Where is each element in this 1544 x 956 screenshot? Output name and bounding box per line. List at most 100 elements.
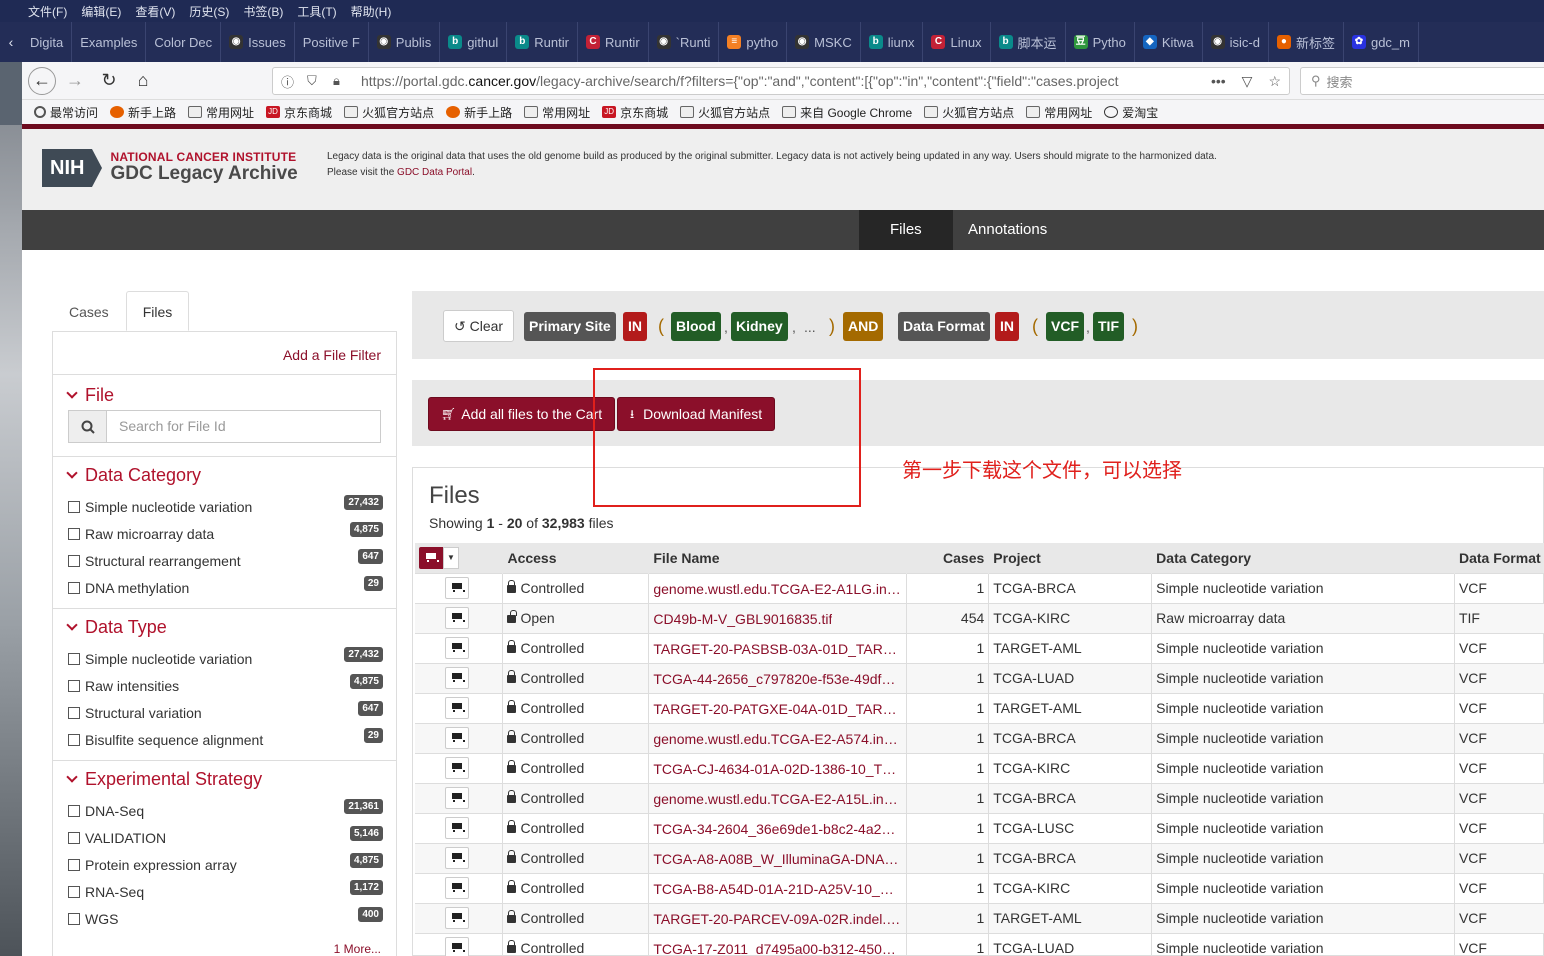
browser-tab[interactable]: Digita	[22, 22, 73, 62]
shield-icon[interactable]: ⛉	[307, 73, 325, 89]
browser-tab[interactable]: Examples	[72, 22, 147, 62]
browser-tab[interactable]: ● 新标签	[1269, 22, 1344, 62]
checkbox[interactable]	[68, 680, 80, 692]
add-to-cart-button[interactable]	[445, 787, 469, 809]
add-to-cart-button[interactable]	[445, 697, 469, 719]
browser-tab[interactable]: ◉ MSKC	[787, 22, 861, 62]
facet-option[interactable]: DNA-Seq 21,361	[68, 799, 383, 821]
file-name-link[interactable]: genome.wustl.edu.TCGA-E2-A574.in…	[653, 731, 897, 747]
cases-cell[interactable]: 1	[906, 692, 990, 723]
bookmark-item[interactable]: 火狐官方站点	[924, 104, 1014, 121]
cases-cell[interactable]: 1	[906, 662, 990, 693]
facet-header[interactable]: Data Category	[66, 465, 201, 486]
menu-item[interactable]: 编辑(E)	[81, 3, 121, 20]
pocket-icon[interactable]: ▽	[1242, 73, 1253, 90]
browser-tab[interactable]: ◉ `Runti	[649, 22, 720, 62]
site-logo[interactable]: NIH NATIONAL CANCER INSTITUTE GDC Legacy…	[42, 149, 298, 187]
checkbox[interactable]	[68, 707, 80, 719]
browser-tab[interactable]: b Runtir	[507, 22, 578, 62]
cases-cell[interactable]: 1	[906, 902, 990, 933]
facet-more-link[interactable]: 1 More...	[334, 942, 381, 956]
chevron-down-icon[interactable]: ▼	[443, 546, 459, 569]
add-to-cart-button[interactable]	[445, 877, 469, 899]
cases-cell[interactable]: 1	[906, 812, 990, 843]
cases-cell[interactable]: 1	[906, 842, 990, 873]
query-operator-in[interactable]: IN	[623, 312, 647, 341]
bookmark-item[interactable]: 火狐官方站点	[344, 104, 434, 121]
query-operator-in[interactable]: IN	[995, 312, 1019, 341]
nav-annotations[interactable]: Annotations	[937, 210, 1078, 250]
file-name-link[interactable]: TCGA-B8-A54D-01A-21D-A25V-10_…	[653, 881, 893, 897]
browser-tab[interactable]: ≡ pytho	[719, 22, 788, 62]
query-value-vcf[interactable]: VCF	[1046, 312, 1084, 341]
browser-tab[interactable]: Positive F	[295, 22, 369, 62]
query-value-kidney[interactable]: Kidney	[731, 312, 788, 341]
file-name-link[interactable]: genome.wustl.edu.TCGA-E2-A15L.in…	[653, 791, 897, 807]
bookmark-item[interactable]: 常用网址	[188, 104, 254, 121]
bookmark-item[interactable]: JD 京东商城	[602, 104, 668, 121]
facet-option[interactable]: Raw intensities 4,875	[68, 674, 383, 696]
add-file-filter-link[interactable]: Add a File Filter	[283, 347, 381, 363]
browser-tab[interactable]: ✿ gdc_m	[1344, 22, 1419, 62]
info-icon[interactable]: ⓘ	[281, 72, 299, 91]
menu-item[interactable]: 查看(V)	[135, 3, 175, 20]
facet-option[interactable]: Structural rearrangement 647	[68, 549, 383, 571]
cases-cell[interactable]: 1	[906, 752, 990, 783]
add-to-cart-button[interactable]	[445, 907, 469, 929]
checkbox[interactable]	[68, 805, 80, 817]
bookmark-item[interactable]: JD 京东商城	[266, 104, 332, 121]
file-id-search[interactable]: Search for File Id	[68, 410, 381, 443]
menu-item[interactable]: 帮助(H)	[351, 3, 392, 20]
file-name-link[interactable]: TARGET-20-PATGXE-04A-01D_TAR…	[653, 701, 896, 717]
checkbox[interactable]	[68, 501, 80, 513]
checkbox[interactable]	[68, 832, 80, 844]
checkbox[interactable]	[68, 555, 80, 567]
add-to-cart-button[interactable]	[445, 847, 469, 869]
facet-option[interactable]: Raw microarray data 4,875	[68, 522, 383, 544]
bookmark-item[interactable]: 火狐官方站点	[680, 104, 770, 121]
cases-cell[interactable]: 1	[906, 932, 990, 956]
forward-button[interactable]: →	[60, 66, 90, 96]
column-file-name[interactable]: File Name	[648, 543, 908, 573]
file-name-link[interactable]: TARGET-20-PASBSB-03A-01D_TAR…	[653, 641, 897, 657]
bookmark-item[interactable]: 常用网址	[524, 104, 590, 121]
cases-cell[interactable]: 454	[906, 602, 990, 633]
file-name-link[interactable]: TCGA-17-Z011_d7495a00-b312-450…	[653, 941, 896, 956]
browser-tab[interactable]: C Runtir	[578, 22, 649, 62]
bookmark-item[interactable]: 来自 Google Chrome	[782, 104, 912, 121]
cases-cell[interactable]: 1	[906, 632, 990, 663]
facet-option[interactable]: WGS 400	[68, 907, 383, 929]
checkbox[interactable]	[68, 886, 80, 898]
add-to-cart-button[interactable]	[445, 607, 469, 629]
facet-option[interactable]: Protein expression array 4,875	[68, 853, 383, 875]
facet-header[interactable]: Data Type	[66, 617, 167, 638]
cart-icon[interactable]	[419, 546, 443, 569]
browser-tab[interactable]: ◆ Kitwa	[1135, 22, 1203, 62]
bookmark-item[interactable]: 常用网址	[1026, 104, 1092, 121]
menu-item[interactable]: 文件(F)	[28, 3, 67, 20]
browser-tab[interactable]: b githul	[440, 22, 508, 62]
bookmark-item[interactable]: 新手上路	[446, 104, 512, 121]
browser-tab[interactable]: ◉ Publis	[369, 22, 441, 62]
checkbox[interactable]	[68, 734, 80, 746]
bookmark-star-icon[interactable]: ☆	[1268, 73, 1281, 90]
query-field-primary-site[interactable]: Primary Site	[524, 312, 616, 341]
column-data-format[interactable]: Data Format	[1454, 543, 1544, 573]
url-bar[interactable]: ⓘ ⛉ 🔒︎ https://portal.gdc.cancer.gov/leg…	[272, 67, 1290, 95]
cases-cell[interactable]: 1	[906, 872, 990, 903]
add-to-cart-button[interactable]	[445, 577, 469, 599]
browser-tab[interactable]: C Linux	[923, 22, 991, 62]
tab-files[interactable]: Files	[125, 291, 190, 331]
tab-scroll-left-icon[interactable]: ‹	[0, 34, 22, 50]
query-and[interactable]: AND	[843, 312, 884, 341]
facet-option[interactable]: Bisulfite sequence alignment 29	[68, 728, 383, 750]
add-to-cart-button[interactable]	[445, 637, 469, 659]
file-name-link[interactable]: TCGA-44-2656_c797820e-f53e-49df…	[653, 671, 895, 687]
cart-column-header[interactable]: ▼	[415, 543, 504, 573]
facet-header[interactable]: Experimental Strategy	[66, 769, 262, 790]
browser-tab[interactable]: b 脚本运	[991, 22, 1066, 62]
bookmark-item[interactable]: 新手上路	[110, 104, 176, 121]
file-id-search-input[interactable]: Search for File Id	[107, 411, 380, 442]
file-name-link[interactable]: TARGET-20-PARCEV-09A-02R.indel.…	[653, 911, 900, 927]
column-project[interactable]: Project	[988, 543, 1153, 573]
